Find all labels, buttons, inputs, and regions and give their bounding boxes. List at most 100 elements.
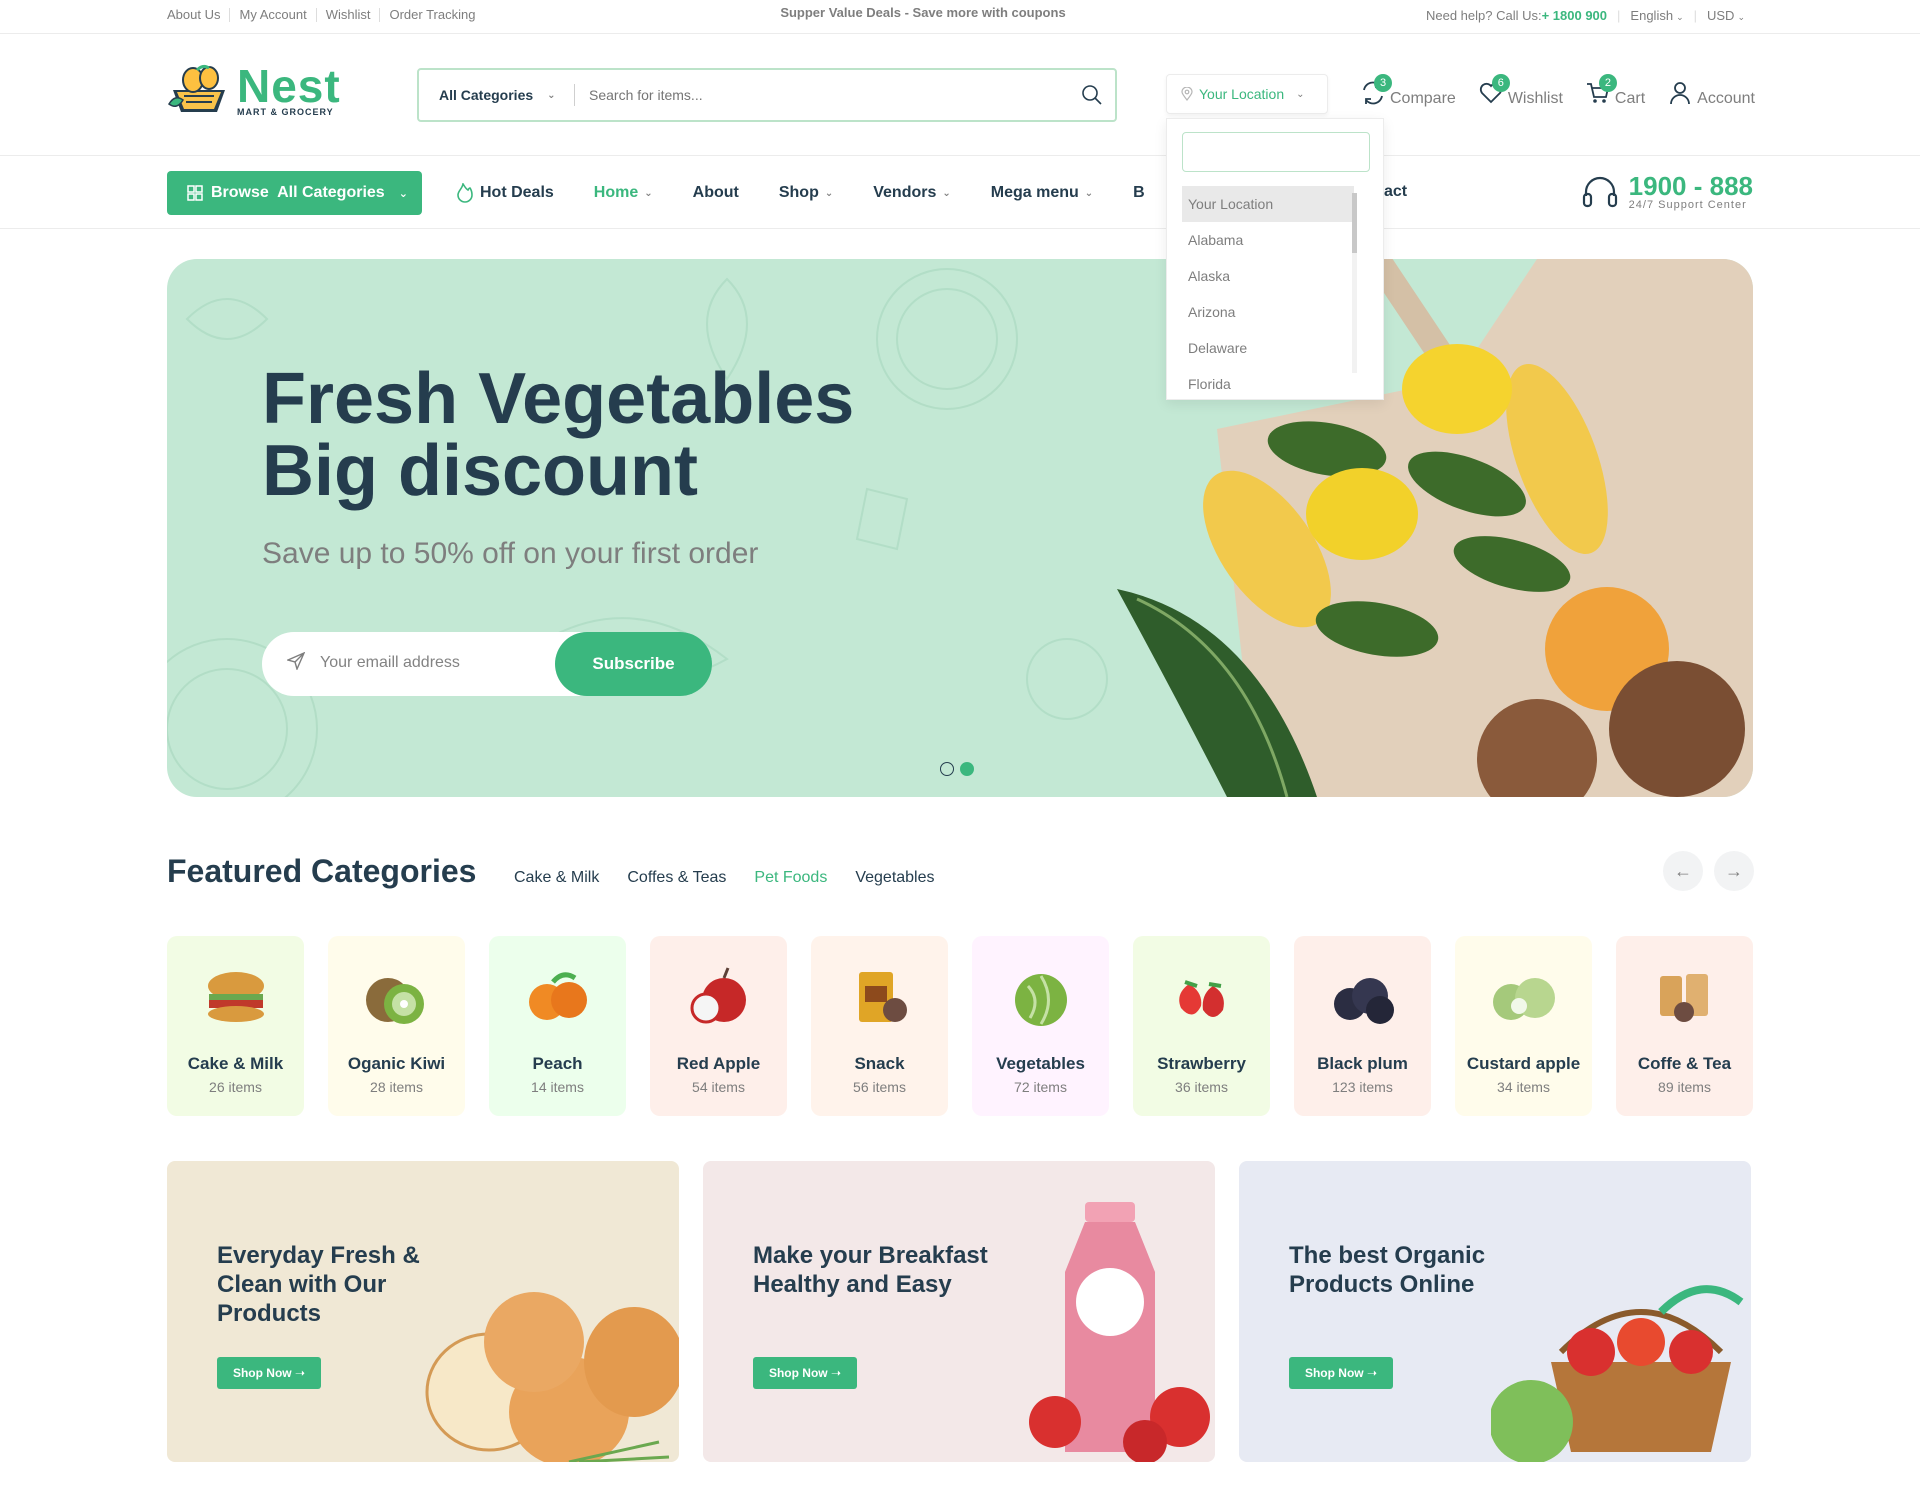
promo-banner[interactable]: The best Organic Products Online Shop No… bbox=[1239, 1161, 1751, 1462]
nav-item-shop[interactable]: Shop ⌄ bbox=[779, 184, 833, 202]
category-image bbox=[529, 972, 587, 1020]
category-name: Oganic Kiwi bbox=[347, 1054, 446, 1073]
help-text: Need help? Call Us:+ 1800 900 bbox=[1426, 8, 1607, 23]
hero-subtitle: Save up to 50% off on your first order bbox=[262, 537, 759, 570]
featured-tabs: Cake & Milk Coffes & Teas Pet Foods Vege… bbox=[514, 869, 935, 887]
category-card[interactable]: Oganic Kiwi 28 items bbox=[328, 936, 465, 1116]
grid-icon bbox=[187, 185, 203, 201]
category-name: Red Apple bbox=[676, 1054, 761, 1073]
category-select-label: All Categories bbox=[439, 87, 534, 103]
location-option[interactable]: Your Location bbox=[1182, 186, 1354, 222]
support-number[interactable]: 1900 - 888 bbox=[1629, 173, 1753, 199]
arrow-right-icon: ➝ bbox=[294, 1366, 306, 1380]
nav-item-blog[interactable]: B bbox=[1133, 184, 1145, 202]
shop-now-button[interactable]: Shop Now ➝ bbox=[217, 1357, 321, 1389]
location-option[interactable]: Alabama bbox=[1182, 222, 1354, 258]
category-card[interactable]: Custard apple 34 items bbox=[1455, 936, 1592, 1116]
category-count: 28 items bbox=[370, 1079, 423, 1095]
tab-vegetables[interactable]: Vegetables bbox=[855, 869, 934, 887]
category-card[interactable]: Red Apple 54 items bbox=[650, 936, 787, 1116]
wishlist-button[interactable]: 6 Wishlist bbox=[1478, 74, 1563, 108]
tab-coffes-teas[interactable]: Coffes & Teas bbox=[627, 869, 726, 887]
nav-item-vendors[interactable]: Vendors ⌄ bbox=[873, 184, 951, 202]
category-name: Custard apple bbox=[1466, 1054, 1581, 1073]
currency-select[interactable]: USD ⌄ bbox=[1707, 8, 1745, 23]
arrow-right-icon: ➝ bbox=[830, 1366, 842, 1380]
location-search-input[interactable] bbox=[1182, 132, 1370, 172]
category-card[interactable]: Cake & Milk 26 items bbox=[167, 936, 304, 1116]
search-input[interactable] bbox=[575, 87, 1069, 103]
strawberry-juice-image bbox=[1029, 1202, 1210, 1462]
nav-item-label: About bbox=[692, 184, 739, 201]
compare-button[interactable]: 3 Compare bbox=[1360, 74, 1456, 108]
fire-icon bbox=[457, 183, 473, 203]
location-option[interactable]: Alaska bbox=[1182, 258, 1354, 294]
category-card[interactable]: Peach 14 items bbox=[489, 936, 626, 1116]
slider-dot[interactable] bbox=[940, 762, 954, 776]
help-label: Need help? Call Us: bbox=[1425, 8, 1542, 23]
logo-wordmark: Nest MART & GROCERY bbox=[237, 63, 341, 117]
promo-banner[interactable]: Everyday Fresh & Clean with Our Products… bbox=[167, 1161, 679, 1462]
arrow-left-icon[interactable]: ← bbox=[1663, 851, 1703, 891]
account-label: Account bbox=[1697, 90, 1755, 107]
nav-menu: Hot Deals Home ⌄ About Shop ⌄ Vendors ⌄ Meg… bbox=[456, 183, 1185, 203]
user-icon bbox=[1667, 80, 1695, 108]
shop-now-label: Shop Now bbox=[1304, 1366, 1364, 1380]
category-card[interactable]: Black plum 123 items bbox=[1294, 936, 1431, 1116]
language-select[interactable]: English ⌄ bbox=[1630, 8, 1683, 23]
promo-banner[interactable]: Make your Breakfast Healthy and Easy Sho… bbox=[703, 1161, 1215, 1462]
scrollbar-thumb[interactable] bbox=[1352, 193, 1357, 253]
category-card[interactable]: Strawberry 36 items bbox=[1133, 936, 1270, 1116]
tab-pet-foods[interactable]: Pet Foods bbox=[754, 869, 827, 887]
nav-item-about[interactable]: About bbox=[693, 184, 739, 202]
logo[interactable]: Nest MART & GROCERY bbox=[167, 63, 341, 118]
email-input[interactable]: Your emaill address bbox=[320, 654, 460, 672]
category-count: 123 items bbox=[1332, 1079, 1393, 1095]
top-right: Need help? Call Us:+ 1800 900 | English ⌄… bbox=[1426, 8, 1745, 23]
account-button[interactable]: Account bbox=[1667, 80, 1755, 108]
category-image bbox=[1015, 974, 1067, 1026]
banner-title: Make your Breakfast Healthy and Easy bbox=[753, 1242, 988, 1298]
location-select[interactable]: Your Location ⌄ bbox=[1166, 74, 1328, 114]
category-name: Strawberry bbox=[1157, 1054, 1246, 1073]
nav-item-home[interactable]: Home ⌄ bbox=[594, 184, 653, 202]
category-card[interactable]: Snack 56 items bbox=[811, 936, 948, 1116]
nav-item-mega-menu[interactable]: Mega menu ⌄ bbox=[991, 184, 1093, 202]
cart-label: Cart bbox=[1614, 90, 1646, 107]
tab-cake-milk[interactable]: Cake & Milk bbox=[514, 869, 599, 887]
vegetable-basket-image bbox=[1491, 1285, 1744, 1462]
shop-now-button[interactable]: Shop Now ➝ bbox=[753, 1357, 857, 1389]
shop-now-button[interactable]: Shop Now ➝ bbox=[1289, 1357, 1393, 1389]
nav-item-label: Mega menu bbox=[990, 184, 1079, 201]
onions-image bbox=[425, 1292, 679, 1462]
location-option[interactable]: Florida bbox=[1182, 366, 1354, 399]
wishlist-label: Wishlist bbox=[1507, 90, 1563, 107]
category-card[interactable]: Vegetables 72 items bbox=[972, 936, 1109, 1116]
location-option[interactable]: Arizona bbox=[1182, 294, 1354, 330]
subscribe-button[interactable]: Subscribe bbox=[555, 632, 712, 696]
category-card[interactable]: Coffe & Tea 89 items bbox=[1616, 936, 1753, 1116]
location-label: Your Location bbox=[1199, 86, 1285, 102]
divider: | bbox=[1693, 8, 1697, 23]
slider-dot-active[interactable] bbox=[960, 762, 974, 776]
compare-icon: 3 bbox=[1360, 74, 1392, 108]
search-icon[interactable] bbox=[1069, 84, 1115, 106]
compare-label: Compare bbox=[1390, 90, 1456, 107]
hero-title-line1: Fresh Vegetables bbox=[262, 359, 855, 439]
browse-categories-button[interactable]: Browse All Categories ⌄ bbox=[167, 171, 422, 215]
category-count: 72 items bbox=[1014, 1079, 1067, 1095]
arrow-right-icon[interactable]: → bbox=[1714, 851, 1754, 891]
language-label: English bbox=[1630, 8, 1674, 23]
location-option[interactable]: Delaware bbox=[1182, 330, 1354, 366]
chevron-down-icon: ⌄ bbox=[1676, 12, 1684, 22]
cart-button[interactable]: 2 Cart bbox=[1585, 74, 1646, 108]
hero-title: Fresh Vegetables Big discount bbox=[262, 363, 854, 507]
nav-item-contact[interactable]: act bbox=[1384, 183, 1407, 201]
dropdown-scrollbar[interactable] bbox=[1352, 193, 1357, 373]
nav-item-hot-deals[interactable]: Hot Deals bbox=[456, 183, 554, 203]
category-count: 36 items bbox=[1175, 1079, 1228, 1095]
category-image bbox=[1493, 978, 1555, 1020]
help-phone[interactable]: + 1800 900 bbox=[1542, 8, 1607, 23]
category-name: Black plum bbox=[1317, 1054, 1408, 1073]
category-select[interactable]: All Categories ⌄ bbox=[419, 87, 574, 103]
